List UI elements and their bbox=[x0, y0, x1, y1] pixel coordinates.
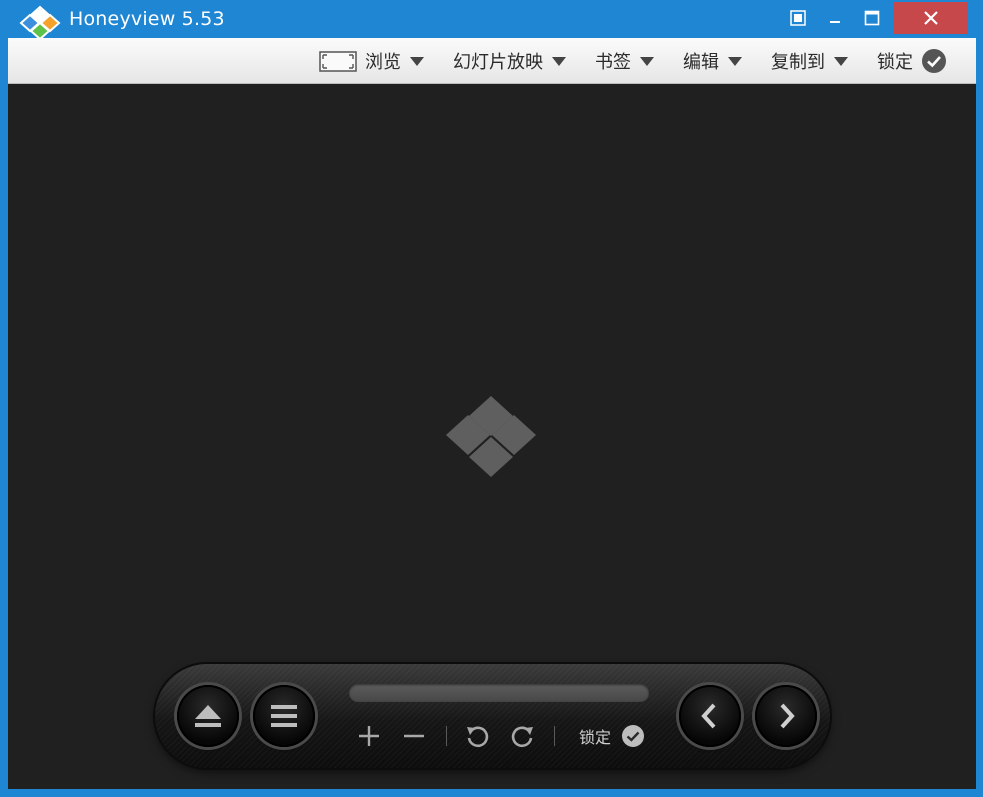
check-circle-icon bbox=[922, 49, 946, 73]
menu-copy-to-label: 复制到 bbox=[771, 52, 825, 73]
minimize-button[interactable] bbox=[824, 3, 846, 33]
chevron-down-icon bbox=[552, 56, 566, 66]
menu-edit-label: 编辑 bbox=[683, 52, 719, 73]
menu-slideshow-label: 幻灯片放映 bbox=[453, 52, 543, 73]
title-bar[interactable]: Honeyview 5.53 bbox=[0, 0, 983, 41]
check-circle-icon bbox=[622, 725, 645, 747]
menu-lock[interactable]: 锁定 bbox=[877, 38, 947, 84]
lock-toggle[interactable]: 锁定 bbox=[579, 722, 645, 750]
menu-browse-label: 浏览 bbox=[365, 52, 401, 73]
zoom-in-button[interactable] bbox=[355, 722, 383, 750]
progress-slider[interactable] bbox=[349, 684, 649, 702]
chevron-down-icon bbox=[834, 56, 848, 66]
menu-slideshow[interactable]: 幻灯片放映 bbox=[453, 38, 566, 84]
lock-label: 锁定 bbox=[579, 728, 612, 747]
previous-icon bbox=[701, 703, 716, 729]
zoom-out-icon bbox=[404, 734, 424, 738]
next-icon bbox=[780, 703, 795, 729]
chevron-down-icon bbox=[410, 56, 424, 66]
zoom-in-icon bbox=[359, 726, 379, 746]
menu-button[interactable] bbox=[253, 685, 315, 747]
previous-button[interactable] bbox=[679, 685, 741, 747]
toolbar-divider bbox=[554, 726, 555, 746]
honeyview-logo-icon bbox=[19, 5, 61, 41]
minimize-icon bbox=[830, 21, 840, 23]
menu-bookmarks[interactable]: 书签 bbox=[595, 38, 654, 84]
image-viewer-area[interactable]: 锁定 bbox=[8, 84, 976, 789]
next-button[interactable] bbox=[755, 685, 817, 747]
menu-browse[interactable]: 浏览 bbox=[319, 38, 424, 84]
menu-copy-to[interactable]: 复制到 bbox=[771, 38, 848, 84]
maximize-icon bbox=[864, 10, 880, 26]
chevron-down-icon bbox=[728, 56, 742, 66]
rotate-left-icon bbox=[467, 726, 489, 748]
menu-icon bbox=[271, 705, 297, 727]
toolbar-divider bbox=[446, 726, 447, 746]
menu-bookmarks-label: 书签 bbox=[595, 52, 631, 73]
chevron-down-icon bbox=[640, 56, 654, 66]
fullscreen-icon bbox=[790, 10, 806, 26]
eject-button[interactable] bbox=[177, 685, 239, 747]
rotate-right-button[interactable] bbox=[509, 722, 537, 750]
rotate-left-button[interactable] bbox=[463, 722, 491, 750]
window-title: Honeyview 5.53 bbox=[69, 8, 225, 30]
honeyview-placeholder-logo-icon bbox=[446, 396, 536, 477]
maximize-button[interactable] bbox=[858, 3, 886, 33]
close-icon bbox=[924, 11, 938, 25]
close-button[interactable] bbox=[894, 2, 968, 34]
menu-bar: 浏览 幻灯片放映 书签 编辑 复制到 锁定 bbox=[8, 38, 976, 84]
zoom-out-button[interactable] bbox=[400, 722, 428, 750]
menu-edit[interactable]: 编辑 bbox=[683, 38, 742, 84]
control-panel: 锁定 bbox=[155, 664, 830, 768]
eject-icon bbox=[195, 705, 221, 727]
menu-lock-label: 锁定 bbox=[877, 52, 913, 73]
fit-to-window-icon bbox=[319, 50, 357, 72]
rotate-right-icon bbox=[511, 726, 533, 748]
fullscreen-button[interactable] bbox=[784, 3, 812, 33]
